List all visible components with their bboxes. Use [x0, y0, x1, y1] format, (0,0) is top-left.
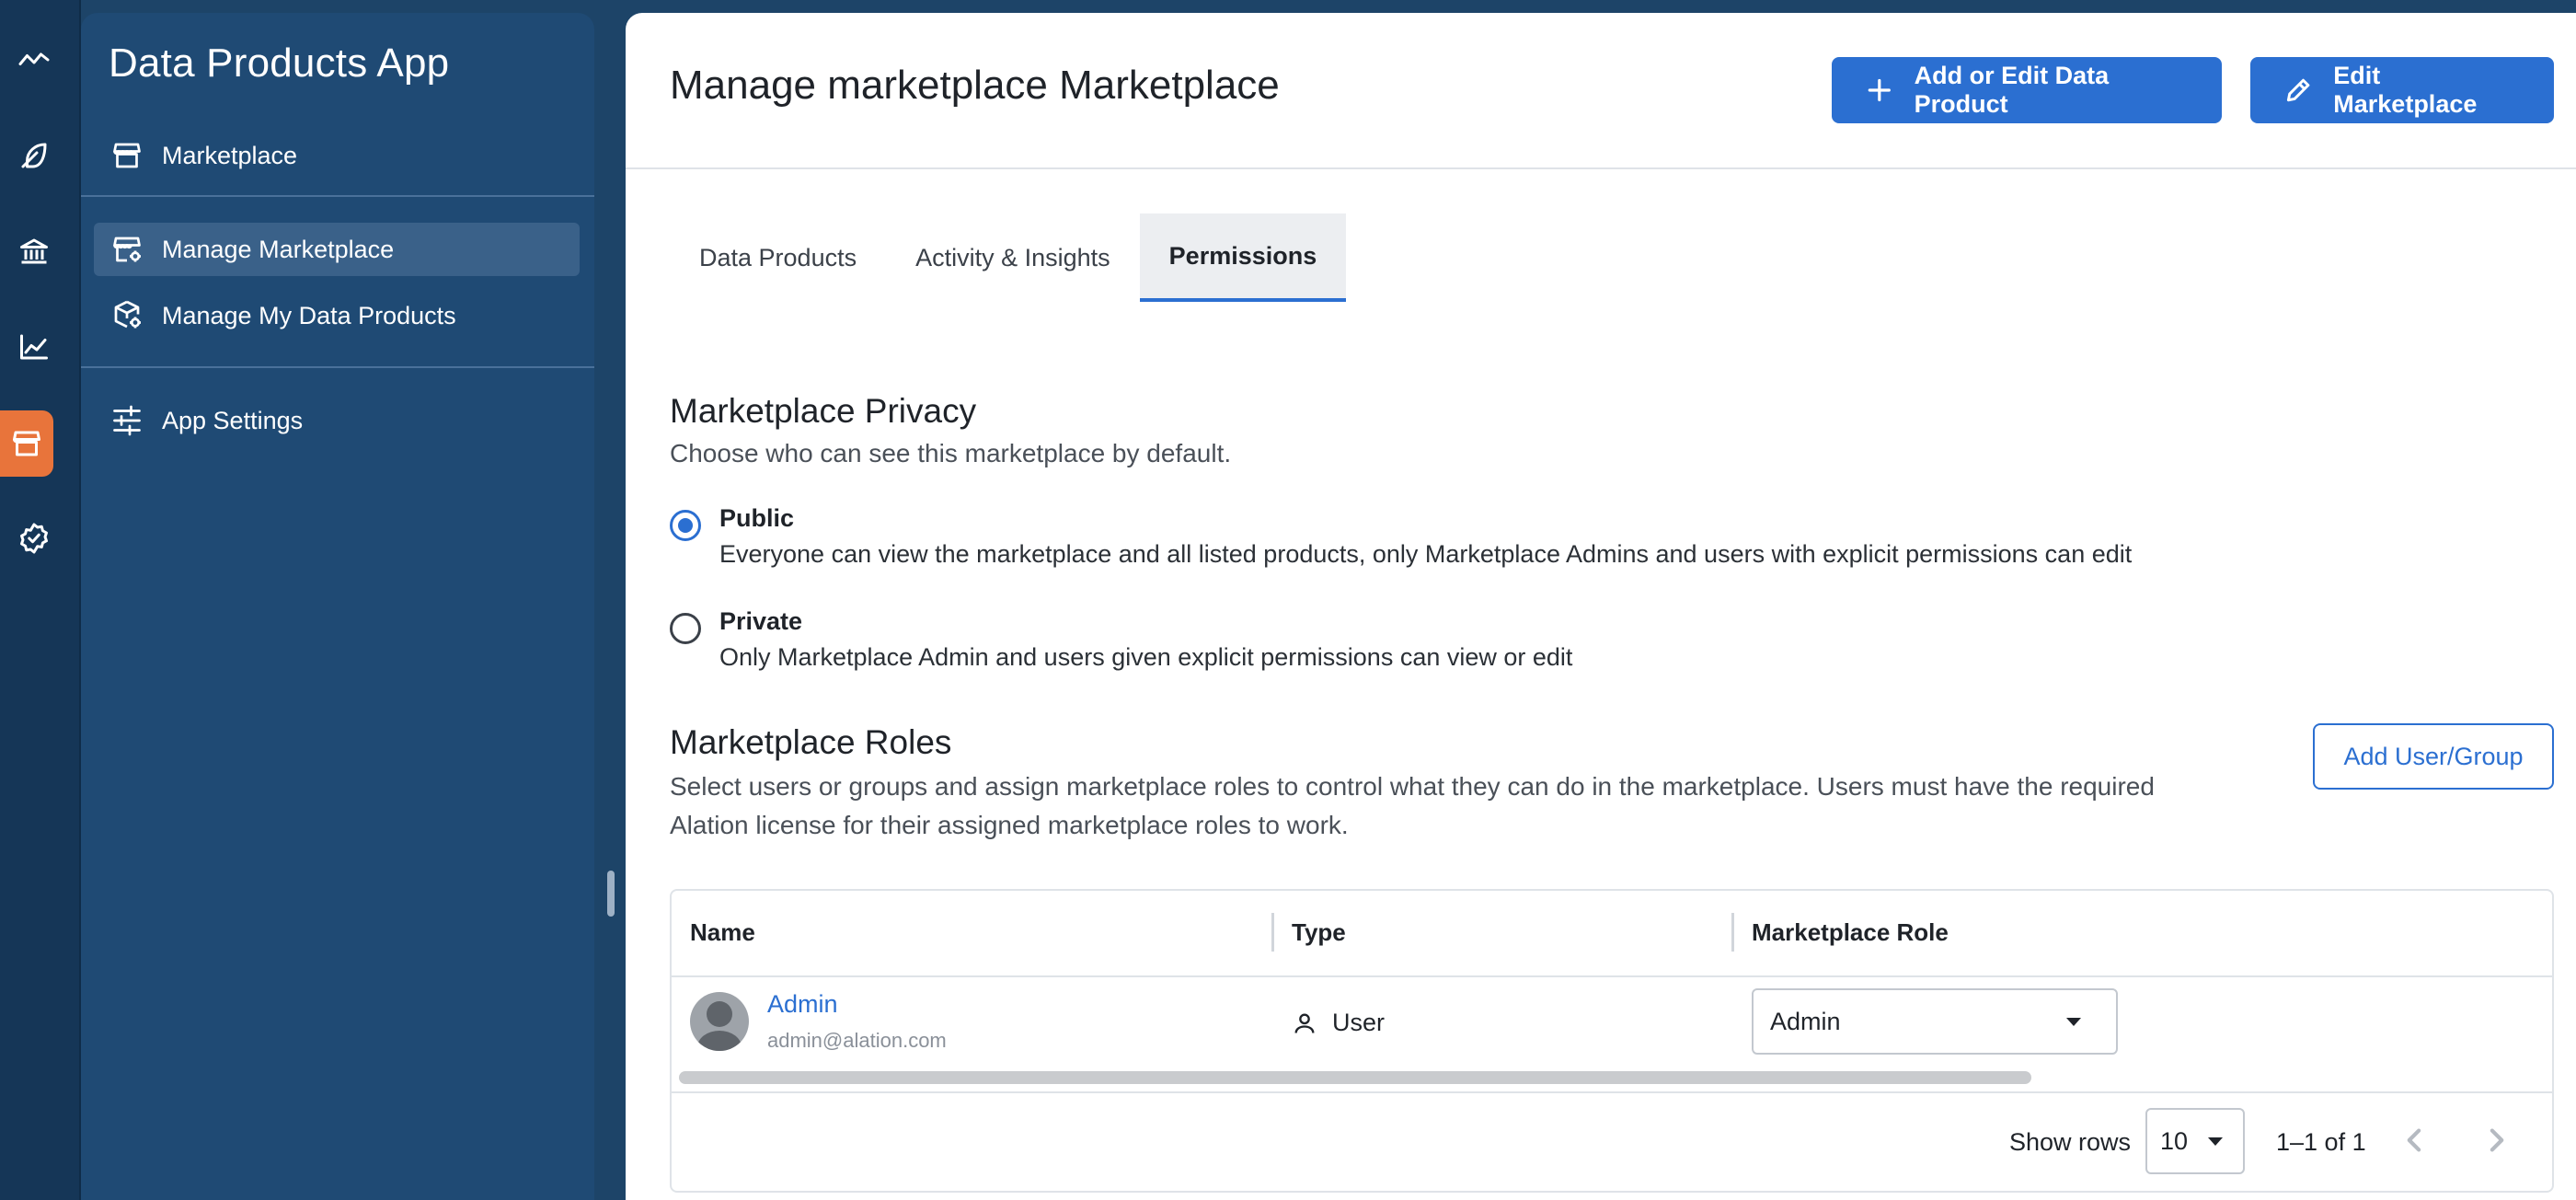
app-title: Data Products App: [109, 40, 450, 86]
sidebar: Data Products App Marketplace Manage Mar…: [81, 13, 594, 1200]
tab-activity-insights[interactable]: Activity & Insights: [886, 213, 1140, 302]
sidebar-divider: [81, 195, 594, 197]
column-header-name[interactable]: Name: [690, 918, 755, 947]
page-info: 1–1 of 1: [2276, 1128, 2366, 1156]
privacy-subtitle: Choose who can see this marketplace by d…: [670, 439, 1232, 467]
tab-data-products[interactable]: Data Products: [670, 213, 886, 302]
table-row: Admin admin@alation.com User Admin: [672, 977, 2552, 1066]
chart-icon[interactable]: [7, 320, 61, 374]
tab-bar: Data Products Activity & Insights Permis…: [670, 213, 1347, 302]
user-email: admin@alation.com: [767, 1029, 947, 1052]
next-page-icon[interactable]: [2473, 1117, 2519, 1163]
add-edit-data-product-button[interactable]: Add or Edit Data Product: [1832, 57, 2222, 123]
roles-title: Marketplace Roles: [670, 723, 952, 761]
store-gear-icon: [113, 237, 141, 262]
sliders-icon: [113, 405, 141, 436]
type-cell: User: [1292, 1009, 1385, 1037]
show-rows-label: Show rows: [2009, 1128, 2132, 1156]
role-select[interactable]: Admin: [1752, 988, 2118, 1055]
store-icon[interactable]: [0, 410, 53, 477]
column-separator[interactable]: [1271, 913, 1274, 952]
store-icon: [113, 143, 141, 168]
sidebar-item-label: Manage Marketplace: [162, 235, 395, 263]
roles-subtitle-line2: Alation license for their assigned marke…: [670, 811, 1349, 839]
role-select-value: Admin: [1770, 1007, 1841, 1035]
table-footer: Show rows 10 1–1 of 1: [672, 1091, 2552, 1191]
rows-per-page-select[interactable]: 10: [2145, 1108, 2245, 1174]
tab-permissions[interactable]: Permissions: [1139, 213, 1347, 302]
private-label: Private: [719, 607, 803, 635]
sidebar-item-app-settings[interactable]: App Settings: [94, 394, 580, 447]
page-header: Manage marketplace Marketplace Add or Ed…: [626, 13, 2576, 169]
caret-down-icon: [2066, 1018, 2081, 1026]
sidebar-item-manage-marketplace[interactable]: Manage Marketplace: [94, 223, 580, 276]
rows-per-page-value: 10: [2160, 1126, 2189, 1155]
caret-down-icon: [2208, 1137, 2223, 1146]
sidebar-item-label: Manage My Data Products: [162, 301, 456, 329]
edit-marketplace-label: Edit Marketplace: [2333, 62, 2478, 118]
sidebar-divider: [81, 366, 594, 368]
sidebar-item-label: App Settings: [162, 406, 304, 434]
private-description: Only Marketplace Admin and users given e…: [719, 643, 1573, 671]
page-title: Manage marketplace Marketplace: [670, 63, 1280, 108]
column-header-type[interactable]: Type: [1292, 918, 1346, 947]
sidebar-resize-handle[interactable]: [607, 871, 615, 917]
badge-check-icon[interactable]: [7, 512, 61, 565]
add-edit-data-product-label: Add or Edit Data Product: [1914, 62, 2110, 118]
privacy-title: Marketplace Privacy: [670, 392, 977, 430]
horizontal-scrollbar[interactable]: [679, 1071, 2031, 1084]
user-name-link[interactable]: Admin: [767, 990, 838, 1019]
privacy-option-private[interactable]: Private Only Marketplace Admin and users…: [670, 604, 1572, 675]
column-header-role[interactable]: Marketplace Role: [1752, 918, 1949, 947]
trend-icon[interactable]: [7, 33, 61, 87]
roles-subtitle-line1: Select users or groups and assign market…: [670, 772, 2155, 801]
edit-marketplace-button[interactable]: Edit Marketplace: [2250, 57, 2554, 123]
roles-table: Name Type Marketplace Role Admin admin@a…: [670, 889, 2554, 1193]
private-radio[interactable]: [670, 613, 701, 644]
prev-page-icon[interactable]: [2392, 1117, 2438, 1163]
public-label: Public: [719, 504, 795, 532]
public-description: Everyone can view the marketplace and al…: [719, 540, 2133, 568]
sidebar-item-manage-my-data-products[interactable]: Manage My Data Products: [94, 289, 580, 342]
column-separator[interactable]: [1731, 913, 1734, 952]
pencil-icon: [2286, 78, 2310, 102]
avatar: [690, 992, 749, 1051]
bank-icon[interactable]: [7, 225, 61, 278]
icon-rail: [0, 0, 79, 1200]
table-header: Name Type Marketplace Role: [672, 891, 2552, 977]
sidebar-item-label: Marketplace: [162, 141, 298, 169]
privacy-option-public[interactable]: Public Everyone can view the marketplace…: [670, 501, 2132, 572]
plus-icon: [1868, 78, 1891, 102]
main-panel: Manage marketplace Marketplace Add or Ed…: [626, 13, 2576, 1200]
public-radio[interactable]: [670, 510, 701, 541]
sidebar-item-marketplace[interactable]: Marketplace: [94, 129, 580, 182]
add-user-group-button[interactable]: Add User/Group: [2313, 723, 2554, 790]
feather-icon[interactable]: [7, 129, 61, 182]
box-gear-icon: [114, 300, 141, 329]
user-icon: [1294, 1013, 1315, 1033]
type-label: User: [1332, 1009, 1386, 1036]
